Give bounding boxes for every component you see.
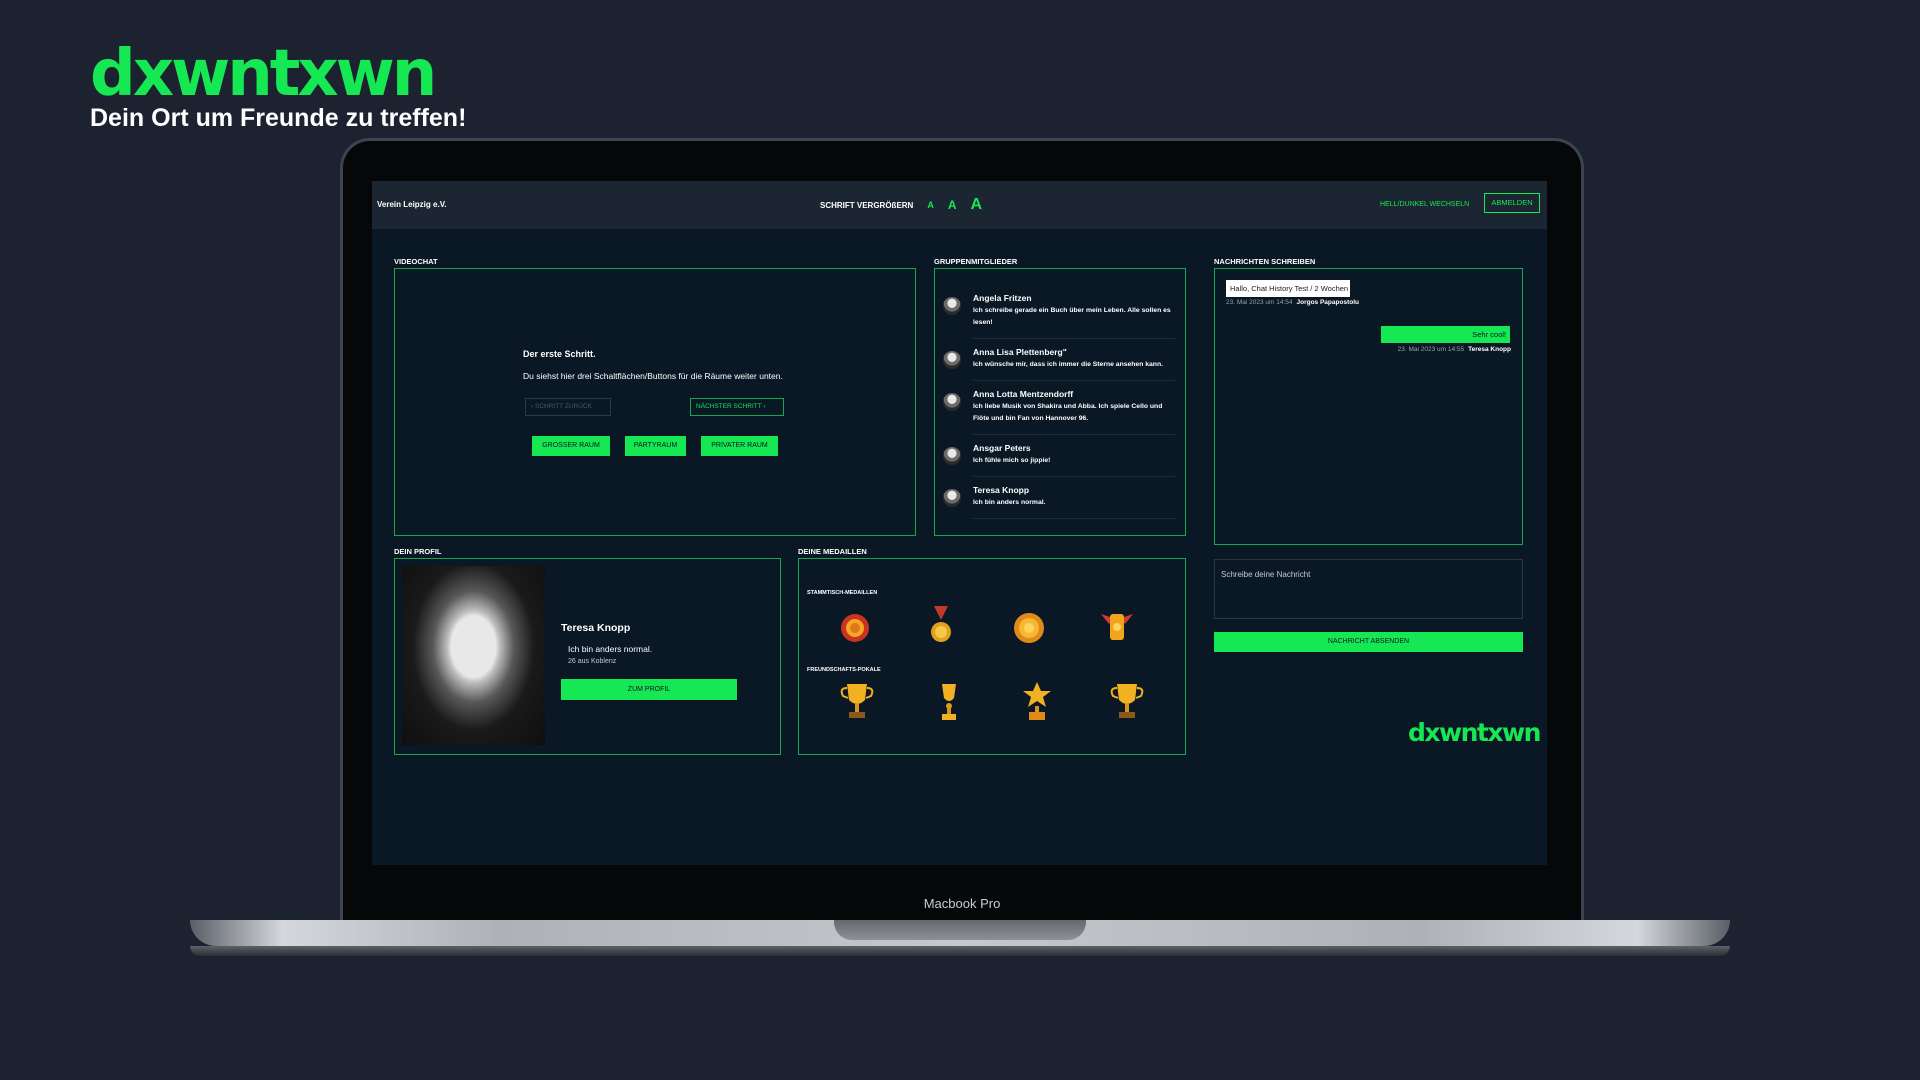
org-name: Verein Leipzig e.V. <box>377 200 447 209</box>
tall-trophy-icon <box>942 684 956 720</box>
outgoing-date: 23. Mai 2023 um 14:55 <box>1397 346 1465 353</box>
stammtisch-medals-label: STAMMTISCH-MEDAILLEN <box>807 590 878 596</box>
font-size-medium-button[interactable]: A <box>948 198 957 212</box>
profile-name: Teresa Knopp <box>561 622 631 634</box>
device-label: Macbook Pro <box>923 896 1001 911</box>
app-logo: dxwntxwn <box>1408 718 1541 747</box>
incoming-date: 23. Mai 2023 um 14:54 <box>1226 299 1293 306</box>
incoming-message: Hallo, Chat History Test / 2 Wochen <box>1226 280 1350 297</box>
member-name: Angela Fritzen <box>973 293 1032 303</box>
theme-toggle-link[interactable]: HELL/DUNKEL WECHSELN <box>1380 201 1469 208</box>
view-profile-button[interactable]: ZUM PROFIL <box>561 679 737 700</box>
cup-trophy-icon <box>840 684 874 718</box>
profile-bio: Ich bin anders normal. <box>568 644 653 654</box>
member-text: Ich schreibe gerade ein Buch über mein L… <box>973 307 1171 326</box>
member-text: Ich wünsche mir, dass ich immer die Ster… <box>973 361 1164 368</box>
outgoing-author: Teresa Knopp <box>1468 346 1511 353</box>
members-label: GRUPPENMITGLIEDER <box>934 257 1018 266</box>
avatar <box>943 447 961 465</box>
private-room-button[interactable]: PRIVATER RAUM <box>701 436 778 456</box>
videochat-step-description: Du siehst hier drei Schaltflächen/Button… <box>523 371 783 381</box>
profile-panel: Teresa Knopp Ich bin anders normal. 26 a… <box>394 558 781 755</box>
videochat-label: VIDEOCHAT <box>394 257 438 266</box>
winged-medal-icon <box>1101 614 1133 640</box>
avatar <box>943 393 961 411</box>
brand: dxwntxwn Dein Ort um Freunde zu treffen! <box>90 40 466 132</box>
member-text: Ich bin anders normal. <box>973 499 1046 506</box>
member-name: Anna Lotta Mentzendorff <box>973 389 1074 399</box>
party-room-button[interactable]: PARTYRAUM <box>625 436 686 456</box>
avatar <box>943 489 961 507</box>
member-divider <box>973 380 1175 381</box>
laptop-notch <box>834 920 1086 940</box>
medals-label: DEINE MEDAILLEN <box>798 547 867 556</box>
profile-label: DEIN PROFIL <box>394 547 442 556</box>
font-size-large-button[interactable]: A <box>971 196 983 214</box>
profile-location: 26 aus Koblenz <box>568 658 617 665</box>
font-size-controls: SCHRIFT VERGRÖßERN A A A <box>820 195 982 215</box>
friendship-trophies-label: FREUNDSCHAFTS-POKALE <box>807 667 881 673</box>
outgoing-message-meta: 23. Mai 2023 um 14:55 Teresa Knopp <box>1398 346 1511 353</box>
message-input[interactable]: Schreibe deine Nachricht <box>1214 559 1523 619</box>
member-name: Ansgar Peters <box>973 443 1031 453</box>
member-name: Anna Lisa Plettenberg" <box>973 347 1067 357</box>
topbar: Verein Leipzig e.V. SCHRIFT VERGRÖßERN A… <box>372 181 1547 229</box>
brand-tagline: Dein Ort um Freunde zu treffen! <box>90 104 467 132</box>
avatar <box>943 351 961 369</box>
member-divider <box>973 518 1175 519</box>
red-medal-icon <box>841 614 869 642</box>
videochat-panel: Der erste Schritt. Du siehst hier drei S… <box>394 268 916 536</box>
cup-trophy-icon <box>1110 684 1144 718</box>
chevron-right-icon: › <box>761 403 766 410</box>
brand-logo: dxwntxwn <box>90 37 437 111</box>
members-panel: Angela Fritzen Ich schreibe gerade ein B… <box>934 268 1186 536</box>
next-step-button[interactable]: NÄCHSTER SCHRITT › <box>690 398 784 416</box>
member-text: Ich liebe Musik von Shakira und Abba. Ic… <box>973 403 1163 422</box>
big-room-button[interactable]: GROSSER RAUM <box>532 436 610 456</box>
outgoing-message: Sehr cool! <box>1381 326 1510 343</box>
member-divider <box>973 434 1175 435</box>
send-message-button[interactable]: NACHRICHT ABSENDEN <box>1214 632 1523 652</box>
font-size-label: SCHRIFT VERGRÖßERN <box>820 200 914 210</box>
profile-photo <box>402 566 545 745</box>
videochat-step-title: Der erste Schritt. <box>523 349 596 359</box>
incoming-author: Jorgos Papapostolu <box>1296 299 1359 306</box>
font-size-small-button[interactable]: A <box>927 200 934 210</box>
ribbon-medal-icon <box>931 606 951 642</box>
chat-label: NACHRICHTEN SCHREIBEN <box>1214 257 1316 266</box>
member-name: Teresa Knopp <box>973 485 1030 495</box>
medals-panel: STAMMTISCH-MEDAILLEN FREUNDSCHAFTS-POKAL… <box>798 558 1186 755</box>
member-text: Ich fühle mich so jippie! <box>973 457 1051 464</box>
member-divider <box>973 476 1175 477</box>
chat-panel: Hallo, Chat History Test / 2 Wochen 23. … <box>1214 268 1523 545</box>
logout-button[interactable]: ABMELDEN <box>1484 193 1540 213</box>
star-trophy-icon <box>1023 682 1051 720</box>
previous-step-button[interactable]: ‹ SCHRITT ZURÜCK <box>525 398 611 416</box>
incoming-message-meta: 23. Mai 2023 um 14:54 Jorgos Papapostolu <box>1226 299 1359 306</box>
member-divider <box>973 338 1175 339</box>
next-step-label: NÄCHSTER SCHRITT <box>696 403 762 410</box>
previous-step-label: SCHRITT ZURÜCK <box>534 403 592 410</box>
gold-medal-icon <box>1014 613 1044 643</box>
avatar <box>943 297 961 315</box>
app-screen: Verein Leipzig e.V. SCHRIFT VERGRÖßERN A… <box>372 181 1547 865</box>
